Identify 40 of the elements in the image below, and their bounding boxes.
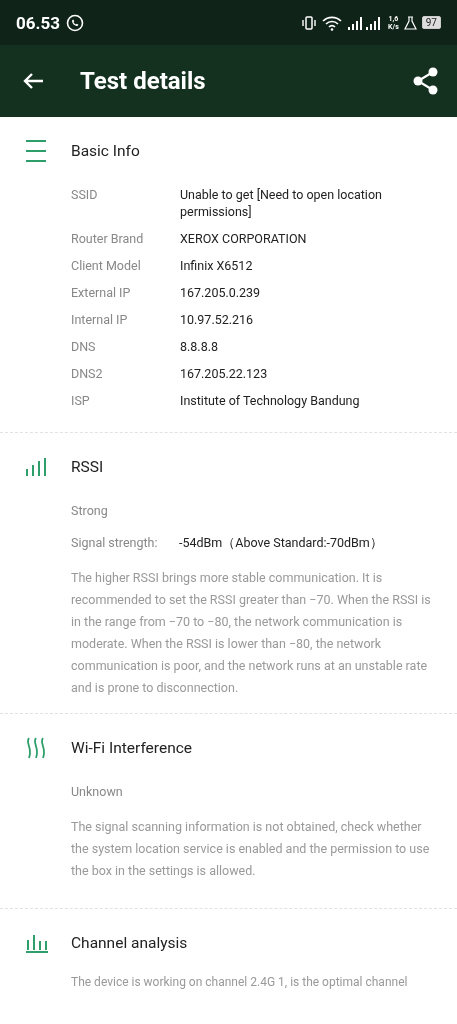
field-label: Client Model	[71, 257, 142, 274]
field-value: Unable to get [Need to open location permissions]	[180, 186, 383, 220]
field-label: DNS2	[71, 365, 104, 382]
field-label: ISP	[71, 392, 91, 409]
description-text: The higher RSSI brings more stable communication. It is recommended to set the RSSI greater than −70. When the RSSI is in the range from −70 to −80, the network communication is moderate. When the RSSI is lower than −80, the network communication is poor, and the network runs at an unstable rate and is prone to disconnection.	[71, 569, 432, 697]
bar-chart-icon	[25, 933, 49, 953]
field-value: 167.205.22.123	[180, 365, 269, 382]
field-label: SSID	[71, 186, 99, 204]
clock-time: 06.53	[16, 12, 60, 33]
status-text: Strong	[71, 503, 109, 518]
flask-icon	[403, 15, 417, 30]
vibrate-icon	[301, 15, 318, 30]
section-title: Channel analysis	[71, 934, 188, 952]
wifi-icon	[322, 14, 343, 31]
field-label: External IP	[71, 284, 132, 301]
field-value: 167.205.0.239	[180, 284, 262, 301]
field-value: Infinix X6512	[180, 257, 254, 274]
back-arrow-icon	[22, 72, 44, 90]
field-label: Router Brand	[71, 230, 145, 247]
field-label: Internal IP	[71, 311, 129, 328]
section-title: RSSI	[71, 458, 104, 476]
status-text: Unknown	[71, 784, 124, 799]
battery-icon: 97	[421, 16, 441, 29]
field-value: -54dBm（Above Standard:-70dBm）	[179, 535, 383, 550]
description-text: The signal scanning information is not obtained, check whether the system location service is enabled and the permission to use the box in the settings is allowed.	[71, 818, 431, 880]
waves-icon	[25, 737, 47, 759]
list-icon	[25, 139, 47, 163]
field-label: Signal strength:	[71, 535, 159, 550]
description-text: The device is working on channel 2.4G 1, is the optimal channel	[71, 974, 409, 991]
field-value: Institute of Technology Bandung	[180, 392, 361, 409]
section-title: Wi-Fi Interference	[71, 739, 193, 757]
share-icon	[413, 67, 439, 95]
section-title: Basic Info	[71, 142, 140, 160]
field-value: XEROX CORPORATION	[180, 230, 308, 247]
field-value: 10.97.52.216	[180, 311, 255, 328]
field-value: 8.8.8.8	[180, 338, 219, 355]
field-label: DNS	[71, 338, 97, 355]
chat-icon	[65, 13, 84, 32]
bars-icon	[25, 457, 47, 477]
page-title: Test details	[80, 67, 207, 95]
